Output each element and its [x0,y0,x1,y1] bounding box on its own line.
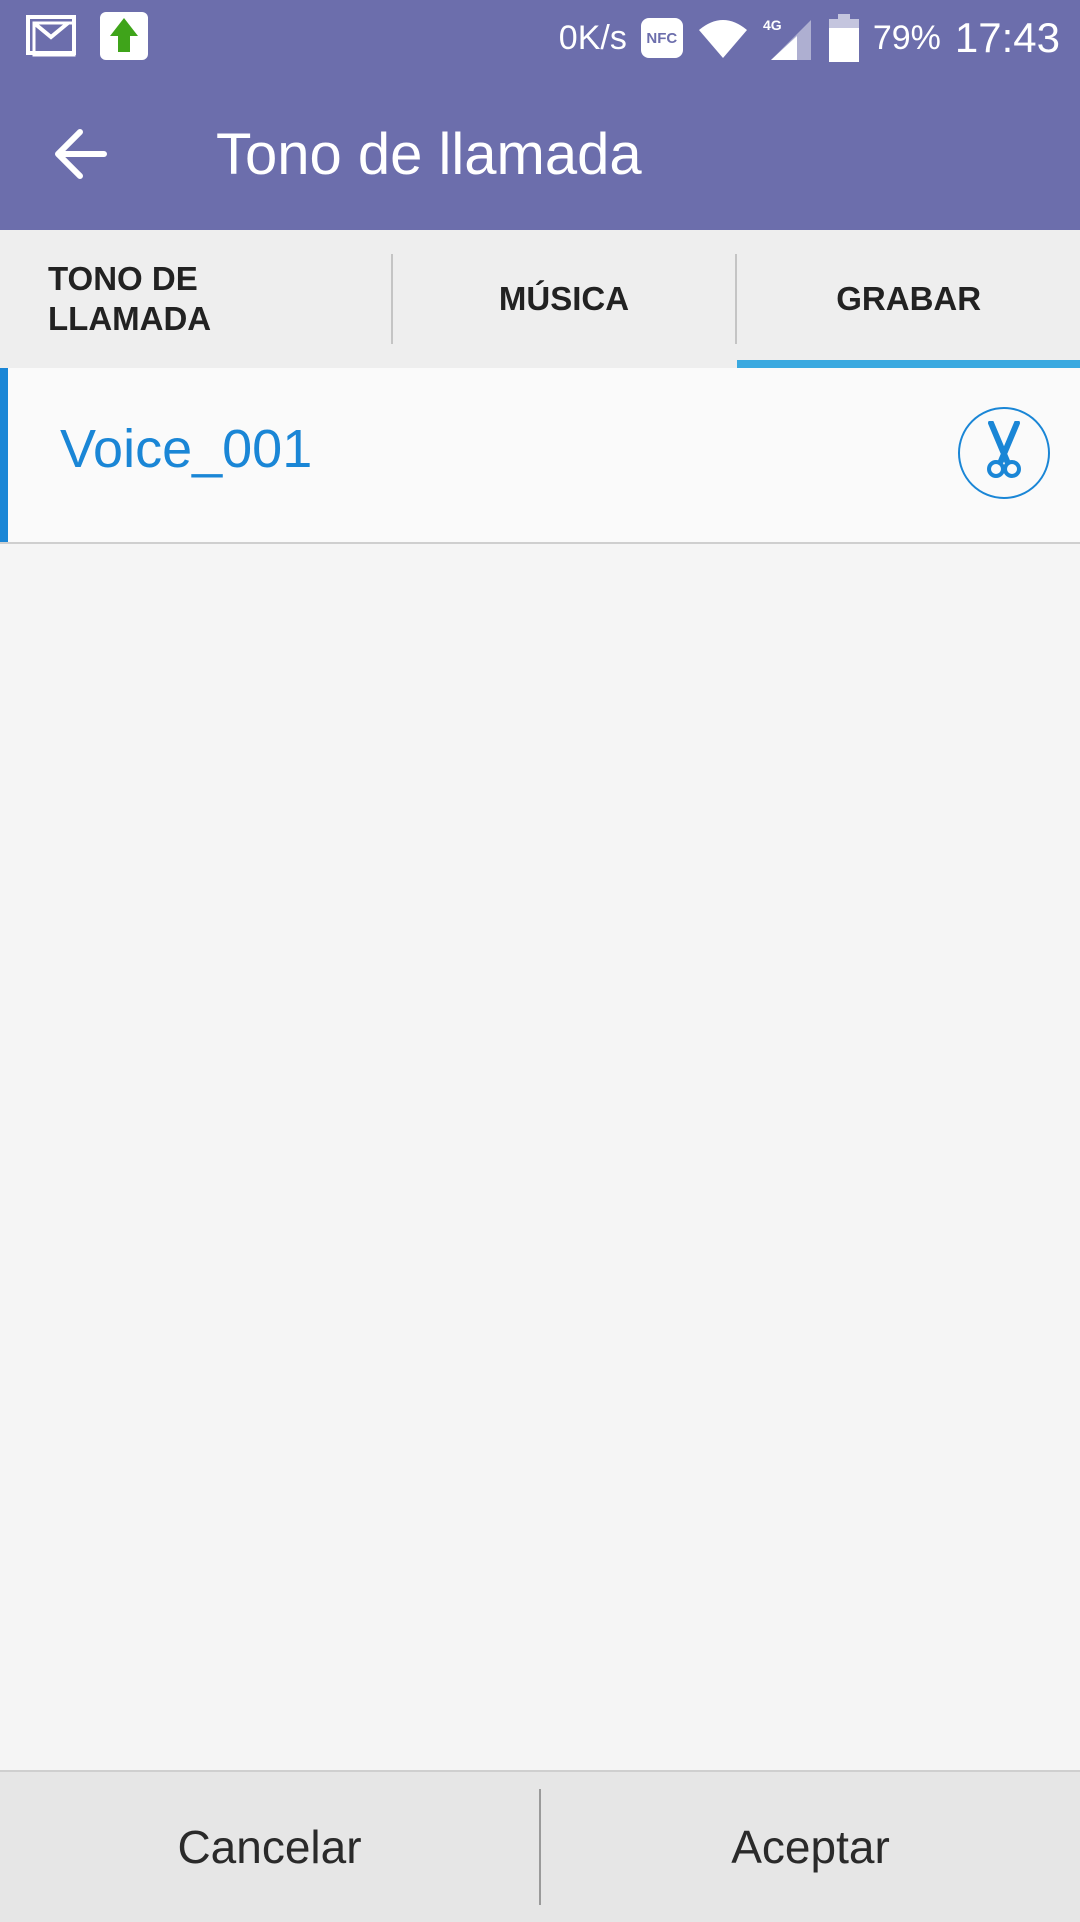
tab-label-line1: TONO DE [48,260,198,297]
page-title: Tono de llamada [216,122,642,187]
bottom-action-bar: Cancelar Aceptar [0,1770,1080,1922]
gmail-icon [26,13,80,59]
selection-indicator [0,368,8,542]
signal-icon: 4G [763,16,815,60]
status-bar: 0K/s NFC 4G 79% 17:43 [0,0,1080,78]
tab-tono-de-llamada[interactable]: TONO DE LLAMADA [0,230,391,368]
tab-grabar[interactable]: GRABAR [737,230,1080,368]
upload-icon [100,12,148,60]
list-item[interactable]: Voice_001 [0,368,1080,544]
nfc-icon: NFC [640,18,683,58]
battery-percent: 79% [872,18,941,57]
clock: 17:43 [954,14,1060,61]
tab-label: MÚSICA [498,280,630,317]
app-bar: Tono de llamada [0,78,1080,230]
tab-musica[interactable]: MÚSICA [393,230,736,368]
tab-bar: TONO DE LLAMADA MÚSICA GRABAR [0,230,1080,368]
accept-button[interactable]: Aceptar [541,1772,1080,1922]
status-right: 0K/s NFC 4G 79% 17:43 [559,14,1060,62]
notification-icons [26,12,148,60]
arrow-left-icon [40,129,130,194]
back-button[interactable] [40,118,130,190]
net-speed: 0K/s [558,18,627,57]
network-type: 4G [763,17,782,33]
scissors-icon [981,419,1027,486]
tab-label: TONO DE LLAMADA [48,259,211,339]
recordings-list: Voice_001 [0,368,1080,544]
tab-label: GRABAR [836,280,982,317]
cancel-button[interactable]: Cancelar [0,1772,539,1922]
list-item-label: Voice_001 [60,419,313,479]
battery-icon [828,14,859,62]
wifi-icon [697,16,749,60]
tab-label-line2: LLAMADA [48,300,212,337]
trim-button[interactable] [958,407,1050,499]
